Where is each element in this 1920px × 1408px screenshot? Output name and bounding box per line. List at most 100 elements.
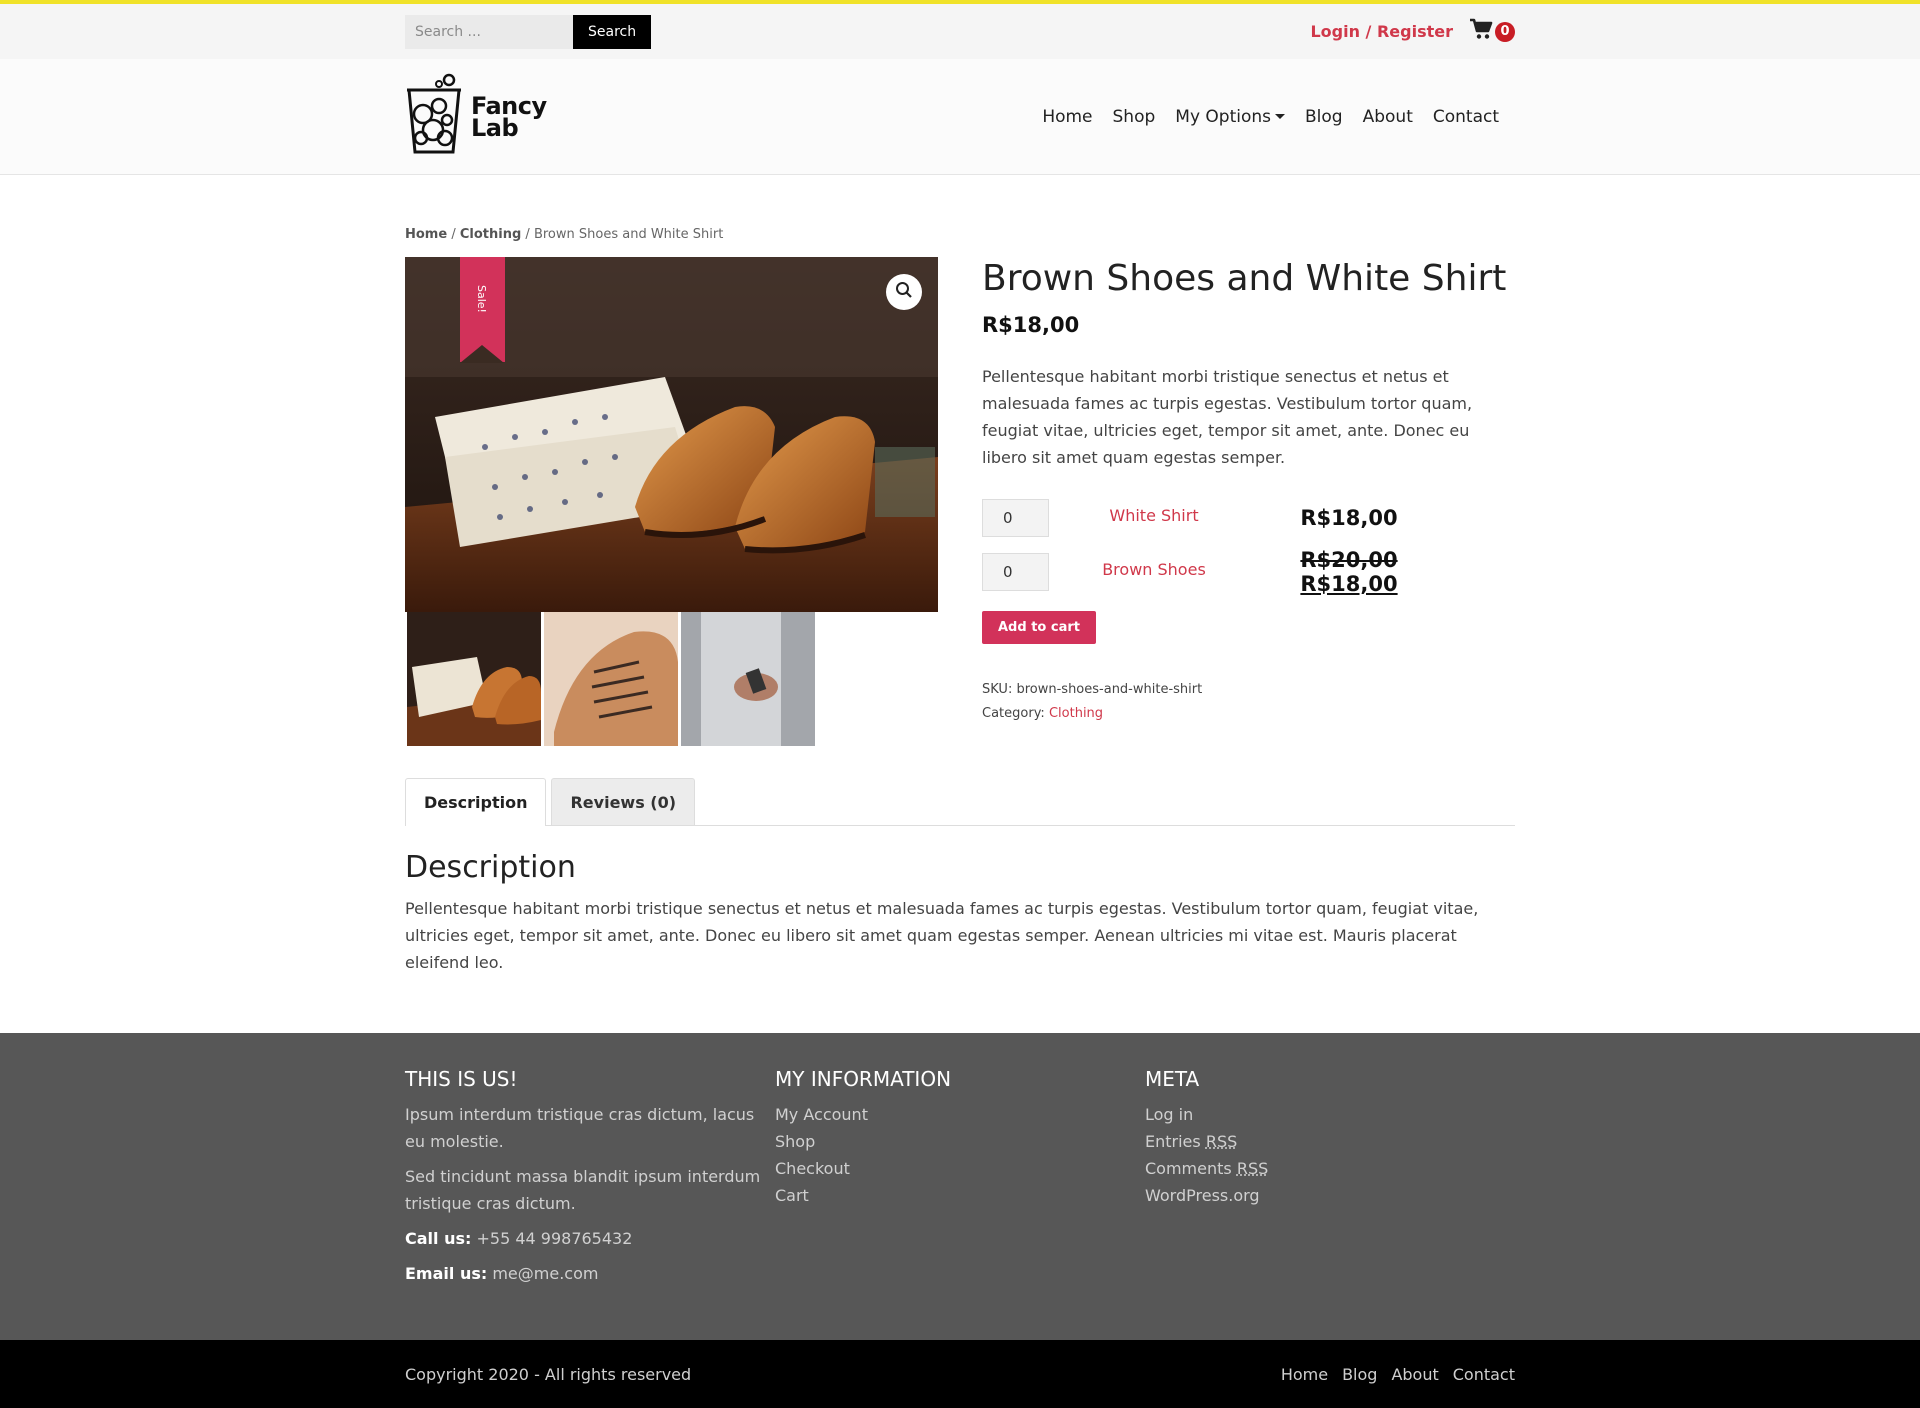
bottom-bar: Copyright 2020 - All rights reserved Hom… [0,1340,1920,1408]
magnifier-icon [895,281,913,304]
grouped-product-row: 0 Brown Shoes R$20,00 R$18,00 [982,545,1515,599]
tab-description[interactable]: Description [405,778,547,826]
grouped-product-price: R$18,00 [1300,506,1398,530]
footer-column-info: MY INFORMATION My Account Shop Checkout … [775,1067,1145,1295]
breadcrumb: Home / Clothing / Brown Shoes and White … [405,175,1515,242]
grouped-product-row: 0 White Shirt R$18,00 [982,491,1515,545]
grouped-product-price: R$20,00 R$18,00 [1259,548,1439,596]
search-form: Search [405,14,652,49]
thumbnail-shoes-shirt[interactable] [407,612,541,746]
footer-text: Ipsum interdum tristique cras dictum, la… [405,1105,755,1151]
quantity-input[interactable]: 0 [982,499,1049,537]
footer-link-list: Log in Entries RSS Comments RSS WordPres… [1145,1101,1515,1209]
footer-heading: META [1145,1067,1200,1091]
footer-column-meta: META Log in Entries RSS Comments RSS Wor… [1145,1067,1515,1295]
footer-nav-contact[interactable]: Contact [1453,1365,1515,1384]
thumbnail-shoe-laces[interactable] [544,612,678,746]
nav-shop[interactable]: Shop [1113,107,1156,127]
footer-link-wordpress[interactable]: WordPress.org [1145,1186,1260,1205]
footer-link-comments-rss[interactable]: Comments RSS [1145,1159,1268,1178]
footer-link-entries-rss[interactable]: Entries RSS [1145,1132,1237,1151]
product-gallery: Sale! [405,257,938,746]
sale-price: R$18,00 [1300,572,1398,596]
sku-value: brown-shoes-and-white-shirt [1016,682,1203,697]
footer-nav: Home Blog About Contact [1281,1365,1515,1384]
phone-number: +55 44 998765432 [476,1229,633,1248]
footer-column-about: THIS IS US! Ipsum interdum tristique cra… [405,1067,775,1295]
thumbnail-man-phone[interactable] [681,612,815,746]
old-price: R$20,00 [1300,548,1398,572]
caret-down-icon [1275,114,1286,119]
footer-email: Email us: me@me.com [405,1260,775,1287]
footer-nav-home[interactable]: Home [1281,1365,1328,1384]
cart-count-badge: 0 [1495,21,1515,42]
tab-reviews[interactable]: Reviews (0) [551,778,696,825]
footer-phone: Call us: +55 44 998765432 [405,1225,775,1252]
main-content: Home / Clothing / Brown Shoes and White … [405,175,1515,976]
sku-row: SKU: brown-shoes-and-white-shirt [982,678,1515,702]
logo-line-2: Lab [471,113,519,142]
breadcrumb-separator: / [525,227,530,242]
product-tabs: Description Reviews (0) [405,778,1515,826]
footer-heading: THIS IS US! [405,1067,518,1091]
nav-contact[interactable]: Contact [1433,107,1499,127]
category-row: Category: Clothing [982,702,1515,726]
search-button[interactable]: Search [573,14,652,49]
nav-about[interactable]: About [1363,107,1413,127]
search-input[interactable] [405,14,573,49]
sale-label: Sale! [475,285,488,313]
site-footer: THIS IS US! Ipsum interdum tristique cra… [0,1033,1920,1340]
zoom-button[interactable] [886,274,922,310]
description-text: Pellentesque habitant morbi tristique se… [405,899,1479,972]
nav-my-options[interactable]: My Options [1175,106,1286,127]
grouped-products-table: 0 White Shirt R$18,00 0 Brown Shoes R$20… [982,491,1515,599]
sku-label: SKU: [982,682,1013,697]
breadcrumb-home[interactable]: Home [405,227,447,242]
copyright-text: Copyright 2020 - All rights reserved [405,1364,692,1384]
shopping-cart-icon [1469,18,1493,45]
grouped-product-link[interactable]: Brown Shoes [1049,560,1259,579]
footer-text: Sed tincidunt massa blandit ipsum interd… [405,1167,761,1213]
product-summary: Brown Shoes and White Shirt R$18,00 Pell… [982,257,1515,746]
lab-glass-icon [405,72,465,161]
footer-link-checkout[interactable]: Checkout [775,1159,850,1178]
site-header: Fancy Lab Home Shop My Options Blog Abou… [0,59,1920,175]
logo-text: Fancy Lab [471,94,547,142]
footer-link-login[interactable]: Log in [1145,1105,1193,1124]
footer-link-cart[interactable]: Cart [775,1186,809,1205]
breadcrumb-current: Brown Shoes and White Shirt [533,227,724,242]
login-register-link[interactable]: Login / Register [1310,22,1453,41]
quantity-input[interactable]: 0 [982,553,1049,591]
nav-my-options-label: My Options [1175,106,1272,127]
category-link[interactable]: Clothing [1049,706,1103,721]
footer-link-shop[interactable]: Shop [775,1132,815,1151]
description-heading: Description [405,850,576,885]
top-bar: Search Login / Register 0 [0,0,1920,59]
main-nav: Home Shop My Options Blog About Contact [1042,107,1499,127]
product-meta: SKU: brown-shoes-and-white-shirt Categor… [982,678,1515,726]
gallery-thumbnails [405,612,938,746]
footer-nav-about[interactable]: About [1391,1365,1438,1384]
product-short-description: Pellentesque habitant morbi tristique se… [982,367,1473,467]
footer-nav-blog[interactable]: Blog [1342,1365,1377,1384]
email-address: me@me.com [492,1264,599,1283]
site-logo[interactable]: Fancy Lab [405,72,547,161]
sale-ribbon: Sale! [460,257,505,363]
footer-link-my-account[interactable]: My Account [775,1105,868,1124]
nav-blog[interactable]: Blog [1305,107,1343,127]
call-label: Call us: [405,1229,472,1248]
footer-link-list: My Account Shop Checkout Cart [775,1101,1145,1209]
product-price: R$18,00 [982,313,1080,337]
add-to-cart-button[interactable]: Add to cart [982,611,1096,644]
email-label: Email us: [405,1264,488,1283]
category-label: Category: [982,706,1045,721]
cart-button[interactable]: 0 [1469,18,1515,45]
product-title: Brown Shoes and White Shirt [982,258,1507,299]
breadcrumb-separator: / [451,227,456,242]
grouped-product-link[interactable]: White Shirt [1049,506,1259,525]
footer-heading: MY INFORMATION [775,1067,952,1091]
product: Sale! Brown Shoes and White Shirt R$18,0… [405,257,1515,746]
breadcrumb-category[interactable]: Clothing [460,227,521,242]
product-main-image[interactable]: Sale! [405,257,938,612]
nav-home[interactable]: Home [1042,107,1092,127]
